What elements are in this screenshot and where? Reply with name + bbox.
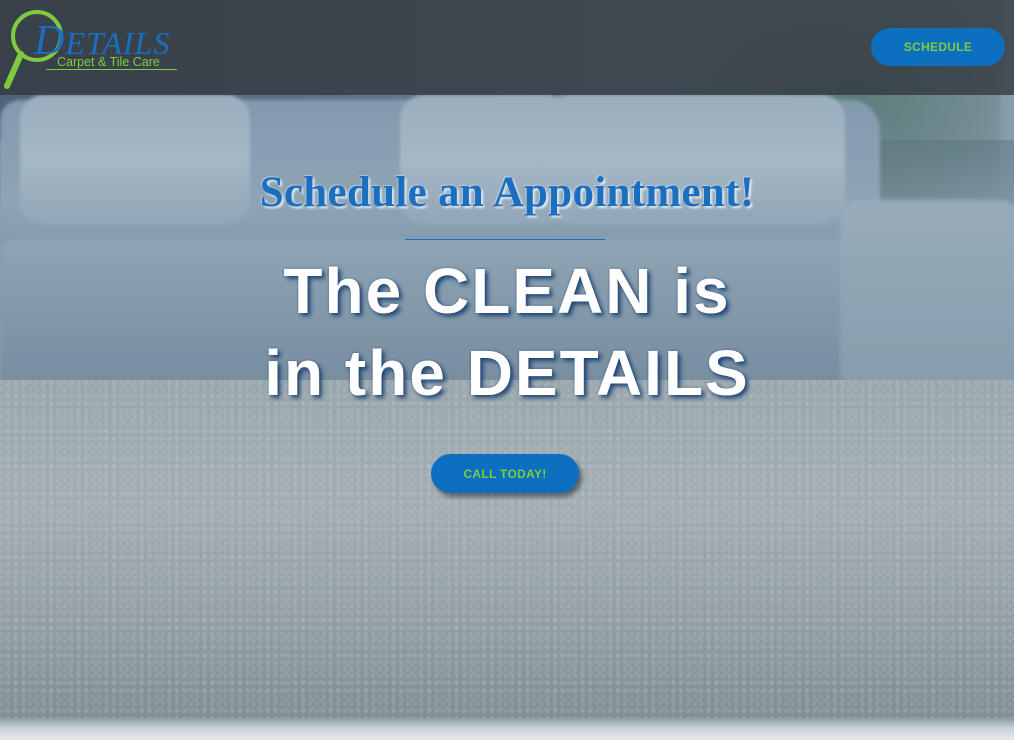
hero-divider [405, 239, 605, 240]
call-today-button[interactable]: CALL TODAY! [431, 454, 579, 493]
headline-line-1: The CLEAN is [283, 255, 731, 327]
site-logo[interactable]: DETAILS Carpet & Tile Care [4, 8, 184, 90]
page: DETAILS Carpet & Tile Care SCHEDULE Sche… [0, 0, 1014, 740]
section-divider [0, 718, 1014, 740]
logo-tagline: Carpet & Tile Care [57, 55, 160, 69]
hero-subtitle: Schedule an Appointment! [259, 169, 755, 216]
headline-line-2: in the DETAILS [264, 337, 750, 409]
site-header: DETAILS Carpet & Tile Care SCHEDULE [0, 0, 1014, 95]
schedule-button[interactable]: SCHEDULE [871, 28, 1005, 66]
logo-underline [46, 69, 177, 70]
hero-headline: The CLEAN is in the DETAILS [0, 250, 1014, 414]
